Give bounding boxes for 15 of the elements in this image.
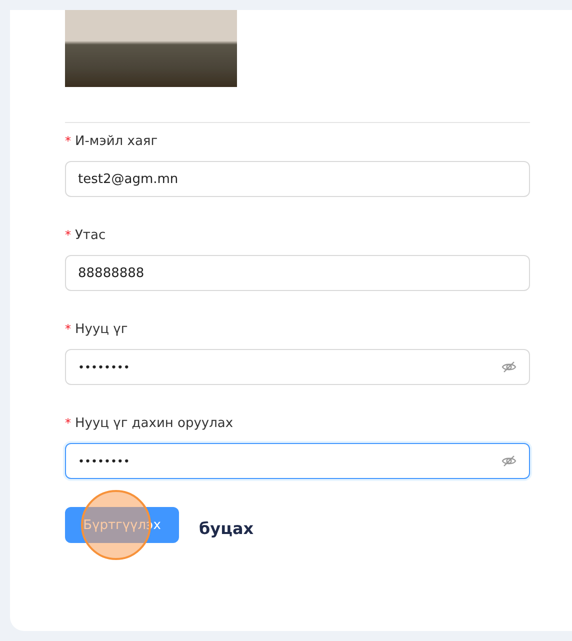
field-label: Утас [75,228,106,242]
input-field[interactable]: 88888888 [65,255,530,291]
input-field[interactable]: test2@agm.mn [65,161,530,197]
required-mark: * [65,416,71,430]
eye-slash-icon[interactable] [501,359,517,375]
required-mark: * [65,228,71,242]
field-label: Нууц үг дахин оруулах [75,416,234,430]
back-link[interactable]: буцах [199,518,254,538]
eye-slash-icon[interactable] [501,453,517,469]
password-field[interactable]: •••••••• [65,443,530,479]
required-mark: * [65,322,71,336]
field-label: Нууц үг [75,322,128,336]
field-label: И-мэйл хаяг [75,134,158,148]
password-field[interactable]: •••••••• [65,349,530,385]
required-mark: * [65,134,71,148]
